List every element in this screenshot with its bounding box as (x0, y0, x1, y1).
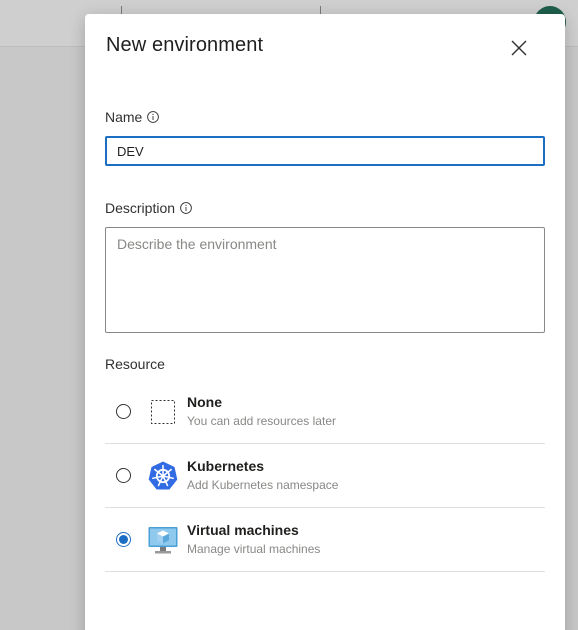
resource-label-text: Resource (105, 356, 165, 372)
virtual-machine-icon (148, 527, 178, 554)
resource-option-virtual-machines[interactable]: Virtual machines Manage virtual machines (105, 508, 545, 572)
description-label: Description (105, 200, 176, 216)
resource-subtitle: You can add resources later (187, 414, 336, 428)
dialog-title: New environment (106, 34, 264, 56)
resource-title: Kubernetes (187, 458, 265, 474)
info-icon[interactable] (180, 202, 192, 214)
new-environment-dialog: New environment Name Description Resourc… (85, 14, 565, 630)
close-icon (511, 40, 527, 56)
resource-option-kubernetes[interactable]: Kubernetes Add Kubernetes namespace (105, 444, 545, 508)
dashed-square-icon (151, 400, 175, 424)
name-input[interactable] (105, 136, 545, 166)
resource-subtitle: Add Kubernetes namespace (187, 478, 339, 492)
description-field[interactable] (105, 227, 545, 333)
resource-option-none[interactable]: None You can add resources later (105, 380, 545, 444)
kubernetes-icon (148, 461, 178, 490)
resource-label: Resource (105, 356, 165, 372)
radio-kubernetes[interactable] (116, 468, 131, 483)
resource-title: Virtual machines (187, 522, 299, 538)
resource-title: None (187, 394, 222, 410)
resource-subtitle: Manage virtual machines (187, 542, 321, 556)
close-button[interactable] (505, 34, 533, 62)
name-label: Name (105, 109, 143, 125)
description-label-row: Description (105, 200, 192, 216)
radio-virtual-machines[interactable] (116, 532, 131, 547)
radio-none[interactable] (116, 404, 131, 419)
resource-options: None You can add resources later Kuberne… (105, 380, 545, 572)
name-label-row: Name (105, 109, 160, 125)
info-icon[interactable] (147, 111, 160, 123)
